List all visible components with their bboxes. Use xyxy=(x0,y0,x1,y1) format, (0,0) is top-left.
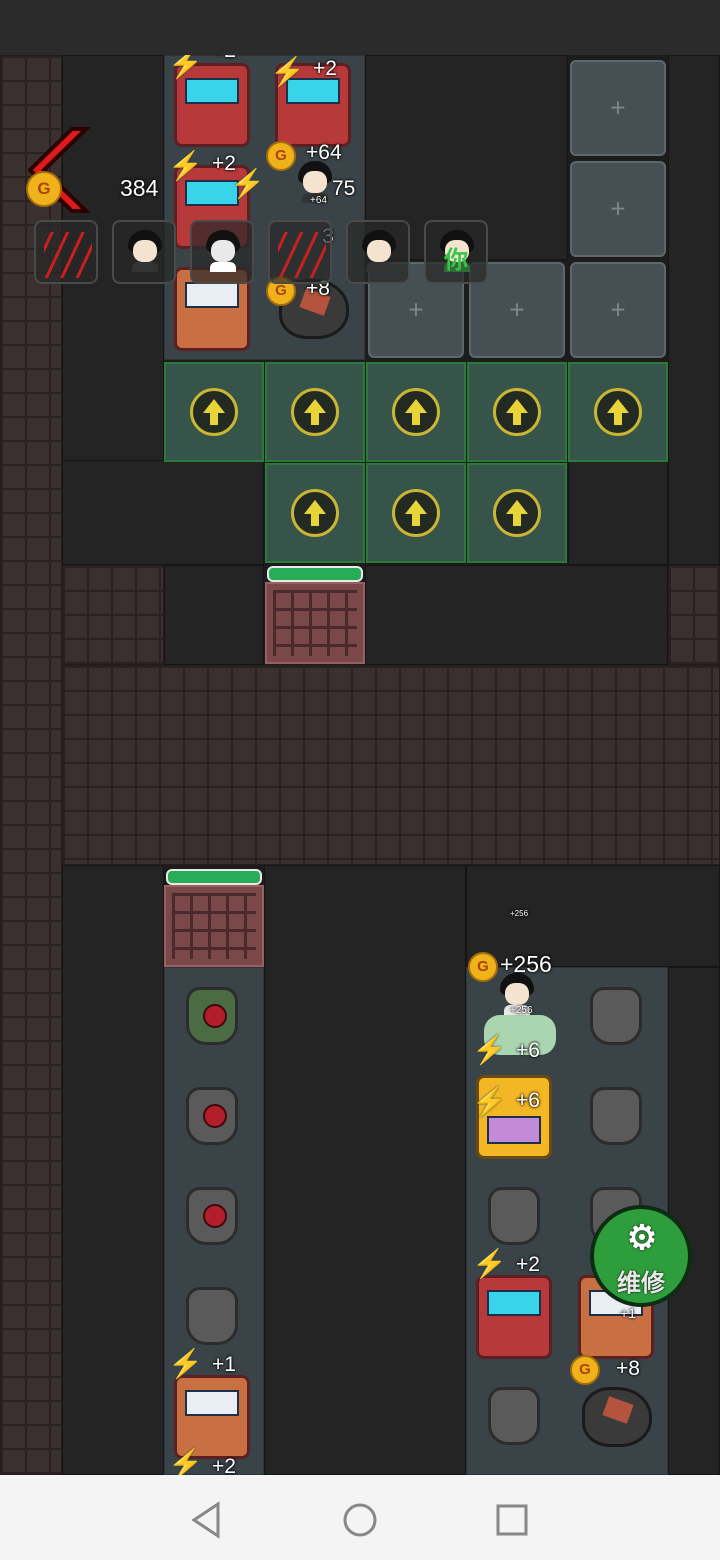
energy-icon: ⚡ xyxy=(168,55,203,79)
corridor xyxy=(365,565,668,665)
upgrade-slot[interactable] xyxy=(366,463,466,563)
gain-label: +6 xyxy=(516,1089,540,1112)
nav-recents-icon[interactable] xyxy=(492,1500,532,1540)
door-health-bar xyxy=(267,566,363,582)
gain-label: +64 xyxy=(310,195,327,206)
pitchfork-bucket[interactable] xyxy=(568,967,668,1067)
claw-attack-icon xyxy=(278,232,326,278)
energy-icon: ⚡ xyxy=(472,1034,507,1065)
status-bar xyxy=(0,0,720,55)
nav-back-icon[interactable] xyxy=(188,1500,228,1540)
repair-label: 维修 xyxy=(617,1270,665,1297)
energy-icon: ⚡ xyxy=(230,168,265,199)
brick-floor xyxy=(62,565,164,665)
energy-icon: ⚡ xyxy=(472,1248,507,1279)
gain-label: +2 xyxy=(212,1455,236,1475)
upgrade-slot[interactable] xyxy=(568,362,668,462)
self-label: 你 xyxy=(444,247,468,274)
nav-home-icon[interactable] xyxy=(340,1500,380,1540)
gain-label: 75 xyxy=(332,177,356,200)
door[interactable] xyxy=(265,566,365,664)
player-avatar[interactable] xyxy=(346,220,410,284)
flower-pot[interactable] xyxy=(164,1067,264,1167)
upgrade-slot[interactable] xyxy=(164,362,264,462)
upgrade-arrow-icon[interactable] xyxy=(190,388,238,436)
corridor xyxy=(62,865,164,1475)
upgrade-slot[interactable] xyxy=(366,362,466,462)
upgrade-arrow-icon[interactable] xyxy=(594,388,642,436)
empty-slot[interactable]: + xyxy=(570,60,666,156)
upgrade-arrow-icon[interactable] xyxy=(291,388,339,436)
upgrade-arrow-icon[interactable] xyxy=(493,388,541,436)
energy-icon: ⚡ xyxy=(472,1086,507,1117)
repair-button[interactable]: ⚙ 维修 xyxy=(590,1205,692,1307)
corridor xyxy=(668,55,720,565)
upgrade-slot[interactable] xyxy=(265,362,365,462)
coin-icon: G xyxy=(570,1355,600,1385)
door-health-bar xyxy=(166,869,262,885)
gain-label: +2 xyxy=(516,1253,540,1276)
upgrade-arrow-icon[interactable] xyxy=(291,489,339,537)
gain-label: +2 xyxy=(212,55,236,63)
upgrade-arrow-icon[interactable] xyxy=(392,489,440,537)
broom-bucket[interactable] xyxy=(568,1067,668,1167)
corridor xyxy=(264,865,466,1475)
corridor xyxy=(164,565,264,665)
broom-bucket[interactable] xyxy=(466,1367,568,1475)
gold-coin-icon: G xyxy=(26,171,62,207)
upgrade-slot[interactable] xyxy=(265,463,365,563)
gain-label: +256 xyxy=(510,909,529,918)
empty-slot[interactable]: + xyxy=(570,161,666,257)
energy-icon: ⚡ xyxy=(168,150,203,181)
player-avatar-self[interactable]: 你 xyxy=(424,220,488,284)
upgrade-arrow-icon[interactable] xyxy=(493,489,541,537)
gain-label: +1 xyxy=(620,1305,636,1321)
flower-pot[interactable] xyxy=(164,967,264,1067)
gain-label: +64 xyxy=(306,141,342,164)
gold-amount: 384 xyxy=(120,175,159,201)
energy-icon: ⚡ xyxy=(270,56,305,87)
energy-icon: ⚡ xyxy=(168,1348,203,1379)
energy-icon: ⚡ xyxy=(168,1448,203,1475)
gain-label: +6 xyxy=(516,1039,540,1062)
gain-label: +256 xyxy=(510,1005,533,1016)
claw-attack-icon xyxy=(44,232,92,278)
upgrade-slot[interactable] xyxy=(467,362,567,462)
flower-pot[interactable] xyxy=(164,1167,264,1267)
wrench-gear-icon: ⚙ xyxy=(626,1219,658,1257)
coin-icon: G xyxy=(266,141,296,171)
player-avatar[interactable] xyxy=(112,220,176,284)
brick-floor xyxy=(668,565,720,665)
player-avatar-attacked[interactable] xyxy=(268,220,332,284)
player-avatar-ghost[interactable] xyxy=(190,220,254,284)
gain-label: +256 xyxy=(500,951,552,977)
upgrade-slot[interactable] xyxy=(467,463,567,563)
player-avatar-attacked[interactable] xyxy=(34,220,98,284)
corridor xyxy=(568,460,668,565)
gain-label: +2 xyxy=(313,57,337,80)
brick-floor xyxy=(62,665,720,865)
gain-label: +1 xyxy=(212,1353,236,1376)
arcade-machine[interactable] xyxy=(466,1267,568,1367)
door[interactable] xyxy=(164,869,264,967)
upgrade-arrow-icon[interactable] xyxy=(392,388,440,436)
gain-label: +8 xyxy=(616,1357,640,1380)
corridor xyxy=(62,460,264,565)
coin-icon: G xyxy=(468,952,498,982)
empty-slot[interactable]: + xyxy=(570,262,666,358)
